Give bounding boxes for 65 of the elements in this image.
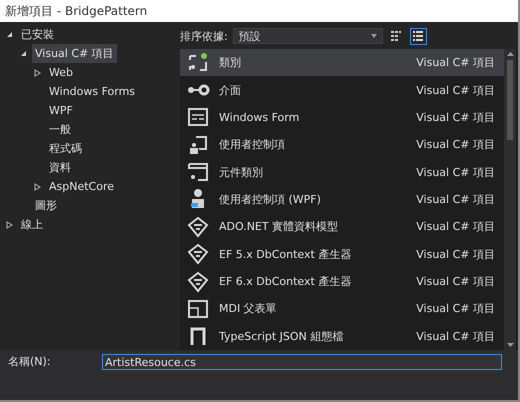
template-item[interactable]: 元件類別 Visual C# 項目: [180, 158, 504, 186]
diagram-icon: [186, 243, 210, 266]
template-name: EF 5.x DbContext 產生器: [219, 246, 352, 262]
window-icon: [186, 298, 210, 320]
template-category: Visual C# 項目: [416, 110, 495, 125]
window-title: 新增項目 - BridgePattern: [0, 0, 518, 22]
sort-label: 排序依據:: [180, 28, 228, 44]
form-icon: [186, 106, 210, 128]
template-item[interactable]: 類別 Visual C# 項目: [180, 49, 504, 76]
tree-item[interactable]: 資料: [46, 158, 74, 177]
name-input-field[interactable]: ArtistResouce.cs: [102, 354, 502, 370]
tree-item[interactable]: 圖形: [32, 196, 60, 215]
template-item[interactable]: ADO.NET 實體資料模型 Visual C# 項目: [180, 213, 504, 241]
diagram-icon: [186, 216, 210, 238]
scrollbar[interactable]: [504, 49, 516, 350]
template-category: Visual C# 項目: [416, 219, 495, 234]
component-icon: [186, 161, 210, 184]
template-category: Visual C# 項目: [416, 55, 495, 70]
tree-item[interactable]: Web: [46, 64, 76, 81]
template-name: ADO.NET 實體資料模型: [219, 219, 340, 234]
template-name: Windows Form: [219, 110, 300, 124]
template-name: TypeScript JSON 組態檔: [219, 328, 344, 344]
collapsed-arrow-icon[interactable]: [34, 182, 41, 190]
template-name: 介面: [219, 82, 242, 98]
sort-dropdown[interactable]: 預設: [232, 28, 383, 44]
template-category: Visual C# 項目: [416, 274, 495, 290]
template-item[interactable]: TypeScript JSON 組態檔 Visual C# 項目: [180, 322, 504, 350]
template-item[interactable]: MDI 父表單 Visual C# 項目: [180, 295, 504, 323]
template-name: 類別: [219, 55, 242, 70]
tree-item[interactable]: Windows Forms: [46, 83, 138, 100]
template-item[interactable]: 使用者控制項 (WPF) Visual C# 項目: [180, 186, 504, 214]
template-name: 使用者控制項: [219, 137, 286, 152]
name-label: 名稱(N):: [7, 354, 52, 370]
tree-item[interactable]: Visual C# 項目: [32, 44, 117, 63]
expanded-arrow-icon[interactable]: [20, 50, 27, 57]
template-category: Visual C# 項目: [416, 301, 495, 316]
tree-item[interactable]: 一般: [46, 120, 74, 139]
template-category: Visual C# 項目: [416, 328, 495, 344]
collapsed-arrow-icon[interactable]: [34, 68, 41, 76]
template-item[interactable]: 使用者控制項 Visual C# 項目: [180, 131, 504, 158]
tree-item[interactable]: AspNetCore: [46, 178, 118, 195]
template-item[interactable]: Windows Form Visual C# 項目: [180, 104, 504, 132]
template-item[interactable]: EF 6.x DbContext 產生器 Visual C# 項目: [180, 268, 504, 296]
template-item[interactable]: EF 5.x DbContext 產生器 Visual C# 項目: [180, 240, 504, 268]
tree-item[interactable]: WPF: [46, 102, 76, 119]
expanded-arrow-icon[interactable]: [6, 31, 13, 38]
scroll-down-icon[interactable]: [506, 343, 514, 347]
tree-item[interactable]: 程式碼: [46, 139, 85, 158]
tree-item[interactable]: 已安裝: [18, 25, 57, 44]
template-category: Visual C# 項目: [416, 164, 495, 180]
dropdown-caret-icon[interactable]: [370, 34, 377, 38]
tree-item[interactable]: 線上: [18, 215, 46, 234]
diagram-icon: [186, 270, 210, 293]
scroll-up-icon[interactable]: [506, 52, 514, 56]
collapsed-arrow-icon[interactable]: [6, 220, 13, 228]
template-category: Visual C# 項目: [416, 137, 495, 152]
template-name: 使用者控制項 (WPF): [219, 192, 322, 207]
template-item[interactable]: 介面 Visual C# 項目: [180, 76, 504, 104]
template-name: 元件類別: [219, 164, 264, 180]
class-icon: [186, 52, 210, 74]
template-category: Visual C# 項目: [416, 192, 495, 207]
template-name: MDI 父表單: [219, 301, 278, 316]
template-category: Visual C# 項目: [416, 246, 495, 262]
template-category: Visual C# 項目: [416, 82, 495, 98]
template-name: EF 6.x DbContext 產生器: [219, 274, 352, 290]
